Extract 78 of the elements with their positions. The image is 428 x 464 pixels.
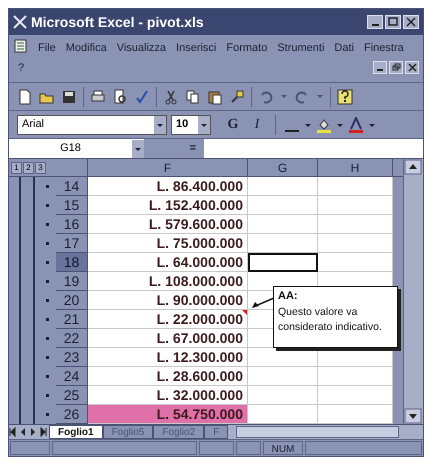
table-cell[interactable]: [248, 253, 318, 272]
comment-text: Questo valore va considerato indicativo.: [278, 304, 383, 334]
table-cell: L. 54.750.000: [88, 405, 248, 424]
minimize-icon: [372, 24, 378, 26]
menu-item[interactable]: Modifica: [60, 38, 112, 58]
restore-button[interactable]: [389, 61, 403, 74]
outline-level-button[interactable]: 2: [23, 162, 34, 174]
print-preview-icon[interactable]: [112, 88, 128, 104]
row-header[interactable]: 20: [56, 291, 88, 310]
font-field[interactable]: Arial: [17, 114, 167, 134]
menu-item[interactable]: File: [33, 38, 61, 58]
maximize-icon: [388, 17, 398, 27]
font-color-icon[interactable]: [348, 116, 364, 132]
row-header[interactable]: 16: [56, 215, 88, 234]
equals-sign[interactable]: =: [144, 140, 204, 157]
row-header[interactable]: 14: [56, 177, 88, 196]
table-cell: L. 86.400.000: [88, 177, 248, 196]
formula-field[interactable]: [204, 139, 423, 158]
fill-color-icon[interactable]: [316, 116, 332, 132]
table-cell: L. 28.600.000: [88, 367, 248, 386]
menu-item[interactable]: Visualizza: [112, 38, 172, 58]
menu-item[interactable]: Formato: [221, 38, 272, 58]
row-header[interactable]: 22: [56, 329, 88, 348]
bold-button[interactable]: G: [223, 114, 243, 135]
comment-author: AA:: [278, 289, 299, 304]
row-header[interactable]: 17: [56, 234, 88, 253]
num-lock-indicator: NUM: [263, 441, 303, 455]
table-cell: L. 22.000.000: [88, 310, 248, 329]
close-icon: [406, 17, 416, 27]
row-header[interactable]: 25: [56, 386, 88, 405]
table-cell: L. 152.400.000: [88, 196, 248, 215]
restore-icon: [392, 63, 400, 72]
minimize-button[interactable]: [373, 61, 387, 74]
new-document-icon[interactable]: [17, 88, 33, 104]
vertical-scrollbar[interactable]: [403, 159, 423, 424]
table-cell: L. 64.000.000: [88, 253, 248, 272]
row-header[interactable]: 26: [56, 405, 88, 424]
help-icon[interactable]: [337, 88, 353, 104]
menu-item[interactable]: Inserisci: [171, 38, 222, 58]
horizontal-scrollbar[interactable]: [236, 426, 399, 438]
row-header[interactable]: 24: [56, 367, 88, 386]
menu-item[interactable]: Finestra: [358, 38, 409, 58]
outline-level-button[interactable]: 1: [11, 162, 22, 174]
outline-level-button[interactable]: 3: [35, 162, 46, 174]
menu-item[interactable]: ?: [13, 58, 30, 78]
sheet-tab[interactable]: Foglio1: [49, 425, 103, 439]
name-box[interactable]: G18: [9, 139, 144, 158]
row-header[interactable]: 15: [56, 196, 88, 215]
row-header[interactable]: 23: [56, 348, 88, 367]
excel-logo-icon: [13, 15, 27, 29]
row-header[interactable]: 18: [56, 253, 88, 272]
row-header[interactable]: 19: [56, 272, 88, 291]
table-cell: L. 67.000.000: [88, 329, 248, 348]
row-header[interactable]: 21: [56, 310, 88, 329]
table-cell: L. 12.300.000: [88, 348, 248, 367]
table-cell: L. 108.000.000: [88, 272, 248, 291]
scissors-icon[interactable]: [163, 88, 179, 104]
last-sheet-icon[interactable]: [39, 426, 49, 438]
close-button[interactable]: [405, 61, 419, 74]
table-cell: L. 579.600.000: [88, 215, 248, 234]
italic-button[interactable]: I: [247, 114, 267, 135]
clipboard-icon[interactable]: [207, 88, 223, 104]
copy-icon[interactable]: [185, 88, 201, 104]
printer-icon[interactable]: [90, 88, 106, 104]
minimize-button[interactable]: [367, 15, 383, 29]
table-cell: L. 75.000.000: [88, 234, 248, 253]
table-cell: L. 32.000.000: [88, 386, 248, 405]
maximize-button[interactable]: [385, 15, 401, 29]
workbook-icon: [13, 38, 29, 54]
close-icon: [408, 63, 416, 72]
menu-item[interactable]: Strumenti: [272, 38, 330, 58]
spelling-check-icon[interactable]: [134, 88, 150, 104]
menu-item[interactable]: Dati: [329, 38, 359, 58]
close-button[interactable]: [403, 15, 419, 29]
window-title: Microsoft Excel - pivot.xls: [31, 12, 205, 32]
paintbrush-icon[interactable]: [229, 88, 245, 104]
table-cell: L. 90.000.000: [88, 291, 248, 310]
font-size-field[interactable]: 10: [171, 114, 211, 134]
